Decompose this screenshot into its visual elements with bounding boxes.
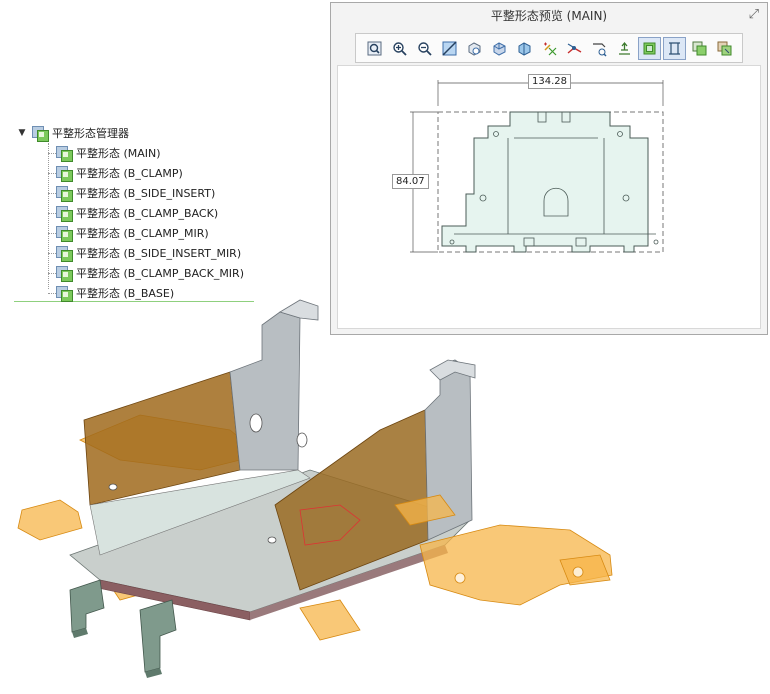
tree-item-b-clamp-mir[interactable]: 平整形态 (B_CLAMP_MIR) xyxy=(48,223,209,243)
dimension-height: 84.07 xyxy=(392,174,429,189)
zoom-out-icon[interactable] xyxy=(413,37,436,60)
collapse-triangle-icon[interactable]: ▼ xyxy=(16,128,28,138)
flat-state-icon xyxy=(56,165,73,182)
flat-state-icon xyxy=(56,245,73,262)
flat-state-manager-icon xyxy=(32,125,49,142)
flat-state-icon xyxy=(56,185,73,202)
flat-state-tree: ▼ 平整形态管理器 平整形态 (MAIN) 平整形态 (B_CLAMP) 平整形… xyxy=(14,121,254,302)
dimension-width: 134.28 xyxy=(528,74,571,89)
tree-item-label: 平整形态 (B_CLAMP_BACK) xyxy=(76,207,219,220)
export-icon[interactable] xyxy=(713,37,736,60)
dialog-close-button[interactable]: ⤢ xyxy=(749,7,759,22)
tree-item-b-side-insert-mir[interactable]: 平整形态 (B_SIDE_INSERT_MIR) xyxy=(48,243,241,263)
tree-item-label: 平整形态 (B_SIDE_INSERT) xyxy=(76,187,216,200)
dimension-icon[interactable] xyxy=(613,37,636,60)
flat-display-icon[interactable] xyxy=(637,36,661,60)
tree-item-label: 平整形态 (MAIN) xyxy=(76,147,161,160)
tree-item-b-clamp[interactable]: 平整形态 (B_CLAMP) xyxy=(48,163,183,183)
datum-display-icon[interactable] xyxy=(538,37,561,60)
flat-state-icon xyxy=(56,225,73,242)
dialog-title: 平整形态预览 (MAIN) xyxy=(490,9,608,23)
flat-state-icon xyxy=(56,205,73,222)
view-manager-icon[interactable] xyxy=(463,37,486,60)
refit-icon[interactable] xyxy=(363,37,386,60)
tree-root-label: 平整形态管理器 xyxy=(52,127,129,140)
flat-preview-canvas[interactable]: 134.28 84.07 xyxy=(337,65,761,329)
preview-toolbar xyxy=(355,33,743,63)
flat-state-icon xyxy=(56,145,73,162)
tree-item-b-side-insert[interactable]: 平整形态 (B_SIDE_INSERT) xyxy=(48,183,215,203)
display-style-icon[interactable] xyxy=(513,37,536,60)
zoom-in-icon[interactable] xyxy=(388,37,411,60)
tree-root-flat-state-manager[interactable]: ▼ 平整形态管理器 xyxy=(16,123,129,143)
flat-outline-icon[interactable] xyxy=(662,36,686,60)
tree-item-label: 平整形态 (B_SIDE_INSERT_MIR) xyxy=(76,247,242,260)
measure-icon[interactable] xyxy=(588,37,611,60)
flat-state-icon xyxy=(56,265,73,282)
flat-tab-right xyxy=(394,494,613,606)
tree-item-b-clamp-back[interactable]: 平整形态 (B_CLAMP_BACK) xyxy=(48,203,218,223)
sketch-icon[interactable] xyxy=(563,37,586,60)
copy-view-icon[interactable] xyxy=(688,37,711,60)
tree-item-label: 平整形态 (B_CLAMP) xyxy=(76,167,183,180)
orient-icon[interactable] xyxy=(438,37,461,60)
tree-item-label: 平整形态 (B_CLAMP_MIR) xyxy=(76,227,209,240)
model-3d-view[interactable] xyxy=(0,280,770,694)
tree-item-label: 平整形态 (B_CLAMP_BACK_MIR) xyxy=(76,267,244,280)
saved-views-icon[interactable] xyxy=(488,37,511,60)
flat-pattern-drawing xyxy=(410,80,664,253)
flat-preview-dialog: 平整形态预览 (MAIN) ⤢ 134.28 84.07 xyxy=(330,2,768,335)
tree-item-main[interactable]: 平整形态 (MAIN) xyxy=(48,143,161,163)
